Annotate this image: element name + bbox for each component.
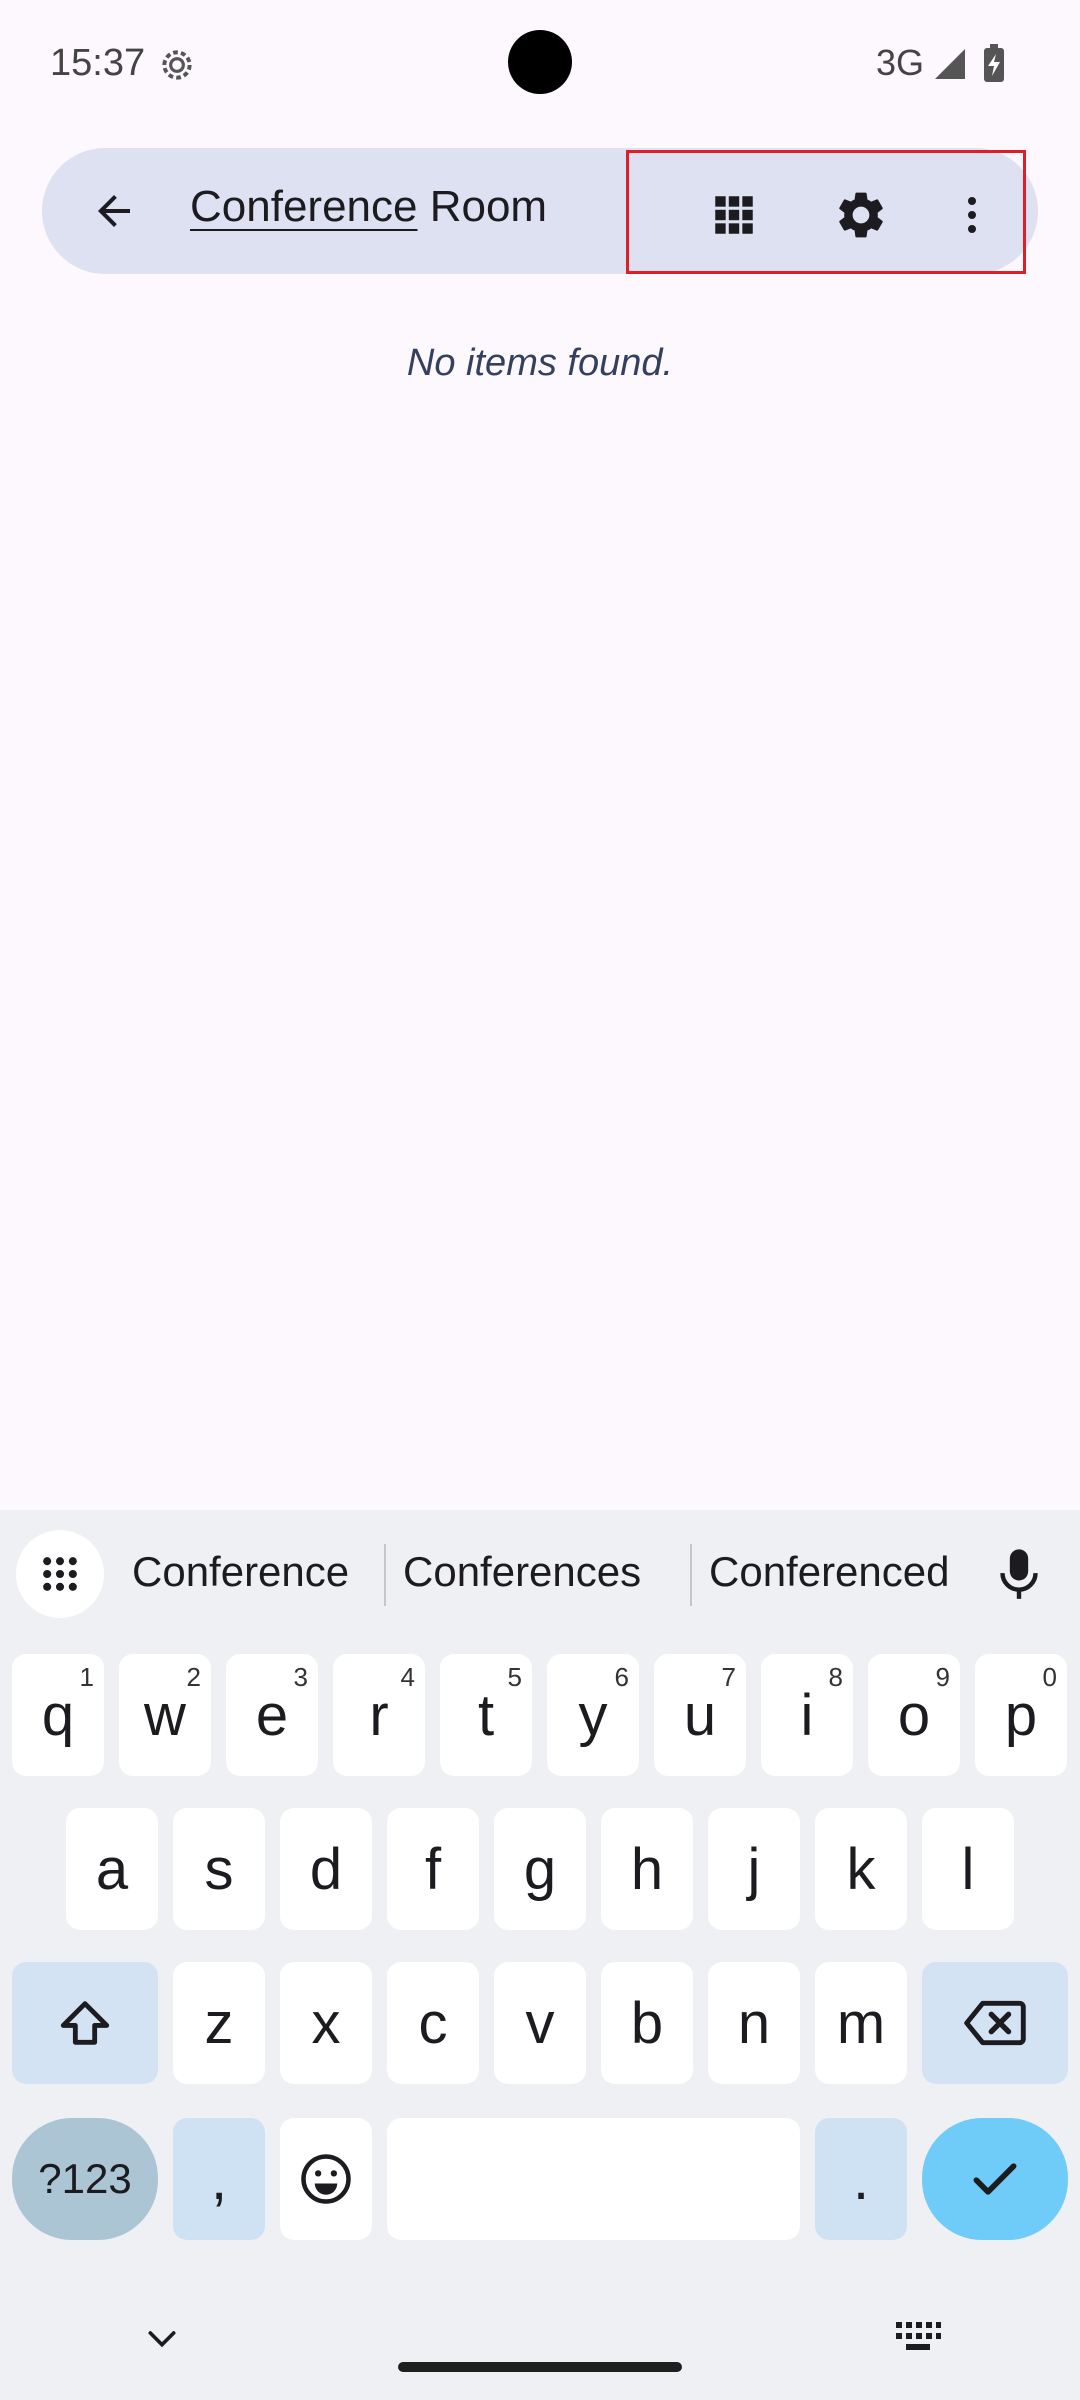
space-key[interactable] [387,2118,800,2240]
suggestion-2[interactable]: Conferences [403,1548,641,1596]
key-l[interactable]: l [922,1808,1014,1930]
key-i[interactable]: i8 [761,1654,853,1776]
more-vert-icon [968,197,976,233]
key-v[interactable]: v [494,1962,586,2084]
network-type: 3G [876,42,925,83]
key-t[interactable]: t5 [440,1654,532,1776]
suggestion-3[interactable]: Conferenced [709,1548,950,1596]
key-o[interactable]: o9 [868,1654,960,1776]
key-d[interactable]: d [280,1808,372,1930]
search-query-composing: Conference [190,182,418,231]
home-gesture-bar[interactable] [398,2362,682,2372]
battery-charging-icon [984,44,1004,82]
shift-key[interactable] [12,1962,158,2084]
period-key[interactable]: . [815,2118,907,2240]
more-options-button[interactable] [939,182,1005,248]
key-u[interactable]: u7 [654,1654,746,1776]
key-j[interactable]: j [708,1808,800,1930]
key-n[interactable]: n [708,1962,800,2084]
suggestion-1[interactable]: Conference [132,1548,349,1596]
key-x[interactable]: x [280,1962,372,2084]
key-h[interactable]: h [601,1808,693,1930]
key-k[interactable]: k [815,1808,907,1930]
key-w[interactable]: w2 [119,1654,211,1776]
status-bar: 15:37 3G [0,0,1080,130]
key-c[interactable]: c [387,1962,479,2084]
checkmark-icon [973,2163,1017,2195]
soft-keyboard: Conference Conferences Conferenced [0,1510,1080,2400]
status-time: 15:37 [50,42,146,84]
backspace-icon [964,2000,1026,2046]
comma-key[interactable]: , [173,2118,265,2240]
hide-keyboard-icon[interactable] [140,2318,184,2358]
backspace-key[interactable] [922,1962,1068,2084]
back-arrow-icon [98,195,130,227]
suggestion-divider [690,1544,692,1606]
key-m[interactable]: m [815,1962,907,2084]
grid-icon [715,196,753,234]
emoji-icon [301,2154,351,2204]
key-r[interactable]: r4 [333,1654,425,1776]
microphone-icon [1000,1549,1038,1599]
enter-key[interactable] [922,2118,1068,2240]
key-a[interactable]: a [66,1808,158,1930]
key-z[interactable]: z [173,1962,265,2084]
key-g[interactable]: g [494,1808,586,1930]
keyboard-apps-button[interactable] [16,1530,104,1618]
apps-grid-icon [43,1557,77,1591]
key-y[interactable]: y6 [547,1654,639,1776]
key-f[interactable]: f [387,1808,479,1930]
emoji-key[interactable] [280,2118,372,2240]
suggestion-strip: Conference Conferences Conferenced [0,1510,1080,1640]
toolbar-actions-highlight [626,150,1026,274]
key-s[interactable]: s [173,1808,265,1930]
search-input[interactable]: Conference Room [190,182,547,232]
settings-status-icon [162,50,192,80]
key-e[interactable]: e3 [226,1654,318,1776]
voice-input-button[interactable] [990,1542,1048,1608]
symbols-key[interactable]: ?123 [12,2118,158,2240]
empty-results-message: No items found. [406,342,674,384]
suggestion-divider [384,1544,386,1606]
settings-button[interactable] [828,182,894,248]
shift-icon [60,2001,110,2045]
search-query-rest: Room [417,182,548,231]
back-button[interactable] [82,179,146,243]
key-p[interactable]: p0 [975,1654,1067,1776]
gear-icon [839,192,883,238]
signal-icon [935,49,965,79]
key-b[interactable]: b [601,1962,693,2084]
camera-cutout [508,30,572,94]
grid-view-button[interactable] [701,182,767,248]
key-q[interactable]: q1 [12,1654,104,1776]
keyboard-switch-icon[interactable] [894,2320,942,2356]
